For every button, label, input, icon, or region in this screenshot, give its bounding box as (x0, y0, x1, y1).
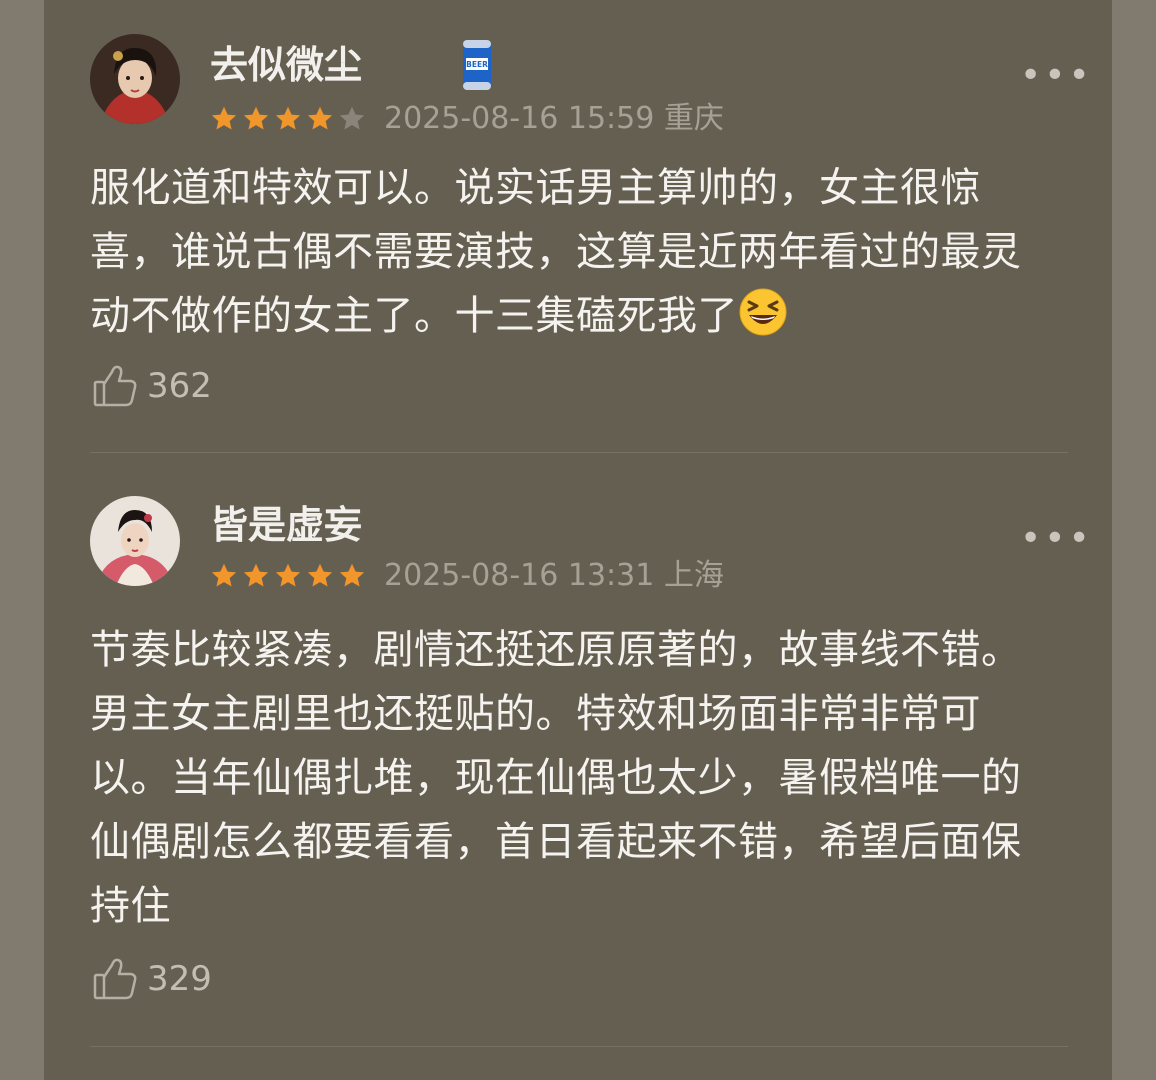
avatar[interactable] (90, 34, 180, 124)
divider (90, 1046, 1068, 1047)
username[interactable]: 去似微尘 (210, 42, 362, 88)
avatar[interactable] (90, 496, 180, 586)
review-meta: 2025-08-16 13:31 上海 (384, 559, 724, 593)
star-filled-icon (211, 106, 237, 130)
review-date: 2025-08-16 13:31 (384, 558, 655, 593)
beer-can-icon: BEER (460, 36, 494, 94)
star-filled-icon (243, 563, 269, 587)
like-count: 362 (147, 366, 212, 406)
star-filled-icon (211, 563, 237, 587)
review-date: 2025-08-16 15:59 (384, 101, 655, 136)
star-filled-icon (339, 563, 365, 587)
more-options-icon[interactable]: ••• (1020, 56, 1093, 96)
star-filled-icon (243, 106, 269, 130)
thumbs-up-icon[interactable] (92, 362, 138, 408)
more-options-icon[interactable]: ••• (1020, 519, 1093, 559)
review-text: 节奏比较紧凑，剧情还挺还原原著的，故事线不错。男主女主剧里也还挺贴的。特效和场面… (90, 618, 1050, 938)
divider (90, 452, 1068, 453)
badge-text: BEER (466, 60, 488, 69)
like-count: 329 (147, 959, 212, 999)
star-filled-icon (307, 563, 333, 587)
review-meta: 2025-08-16 15:59 重庆 (384, 102, 724, 136)
star-filled-icon (275, 563, 301, 587)
review-text-content: 服化道和特效可以。说实话男主算帅的，女主很惊喜，谁说古偶不需要演技，这算是近两年… (90, 165, 1022, 339)
thumbs-up-icon[interactable] (92, 955, 138, 1001)
reviews-panel: 去似微尘 BEER ••• 2025-08-16 15:59 重庆 服化道和特效… (44, 0, 1112, 1080)
username[interactable]: 皆是虚妄 (210, 502, 362, 548)
star-filled-icon (275, 106, 301, 130)
review-text: 服化道和特效可以。说实话男主算帅的，女主很惊喜，谁说古偶不需要演技，这算是近两年… (90, 156, 1050, 348)
star-empty-icon (339, 106, 365, 130)
review-text-content: 节奏比较紧凑，剧情还挺还原原著的，故事线不错。男主女主剧里也还挺贴的。特效和场面… (90, 627, 1022, 929)
grinning-squinting-face-emoji (739, 288, 787, 336)
review-location: 重庆 (663, 101, 724, 136)
review-location: 上海 (663, 558, 724, 593)
star-filled-icon (307, 106, 333, 130)
